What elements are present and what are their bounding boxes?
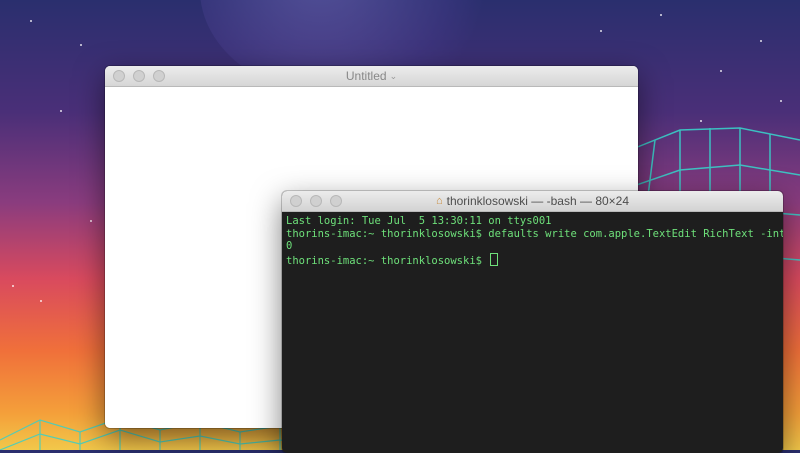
terminal-line: Last login: Tue Jul 5 13:30:11 on ttys00…	[286, 215, 552, 227]
zoom-button[interactable]	[153, 70, 165, 82]
star	[60, 110, 62, 112]
terminal-titlebar[interactable]: ⌂ thorinklosowski — -bash — 80×24	[282, 191, 783, 212]
close-button[interactable]	[290, 195, 302, 207]
star	[600, 30, 602, 32]
window-title: thorinklosowski — -bash — 80×24	[446, 194, 630, 208]
terminal-line: 0	[286, 240, 293, 252]
zoom-button[interactable]	[330, 195, 342, 207]
window-title[interactable]: Untitled	[346, 69, 387, 83]
chevron-down-icon[interactable]: ⌄	[390, 71, 398, 82]
star	[660, 14, 662, 16]
terminal-prompt: thorins-imac:~ thorinklosowski$	[286, 254, 489, 267]
star	[90, 220, 92, 222]
star	[760, 40, 762, 42]
window-controls	[113, 70, 165, 82]
window-controls	[290, 195, 342, 207]
terminal-prompt-line[interactable]: thorins-imac:~ thorinklosowski$	[286, 252, 779, 268]
star	[30, 20, 32, 22]
terminal-output[interactable]: Last login: Tue Jul 5 13:30:11 on ttys00…	[282, 212, 783, 270]
star	[12, 285, 14, 287]
star	[80, 44, 82, 46]
terminal-line: thorins-imac:~ thorinklosowski$ defaults…	[286, 227, 783, 240]
close-button[interactable]	[113, 70, 125, 82]
textedit-titlebar[interactable]: Untitled ⌄	[105, 66, 638, 87]
minimize-button[interactable]	[310, 195, 322, 207]
star	[40, 300, 42, 302]
text-cursor	[490, 252, 499, 266]
star	[720, 70, 722, 72]
minimize-button[interactable]	[133, 70, 145, 82]
home-icon: ⌂	[435, 195, 443, 207]
terminal-window[interactable]: ⌂ thorinklosowski — -bash — 80×24 Last l…	[282, 191, 783, 453]
star	[780, 100, 782, 102]
